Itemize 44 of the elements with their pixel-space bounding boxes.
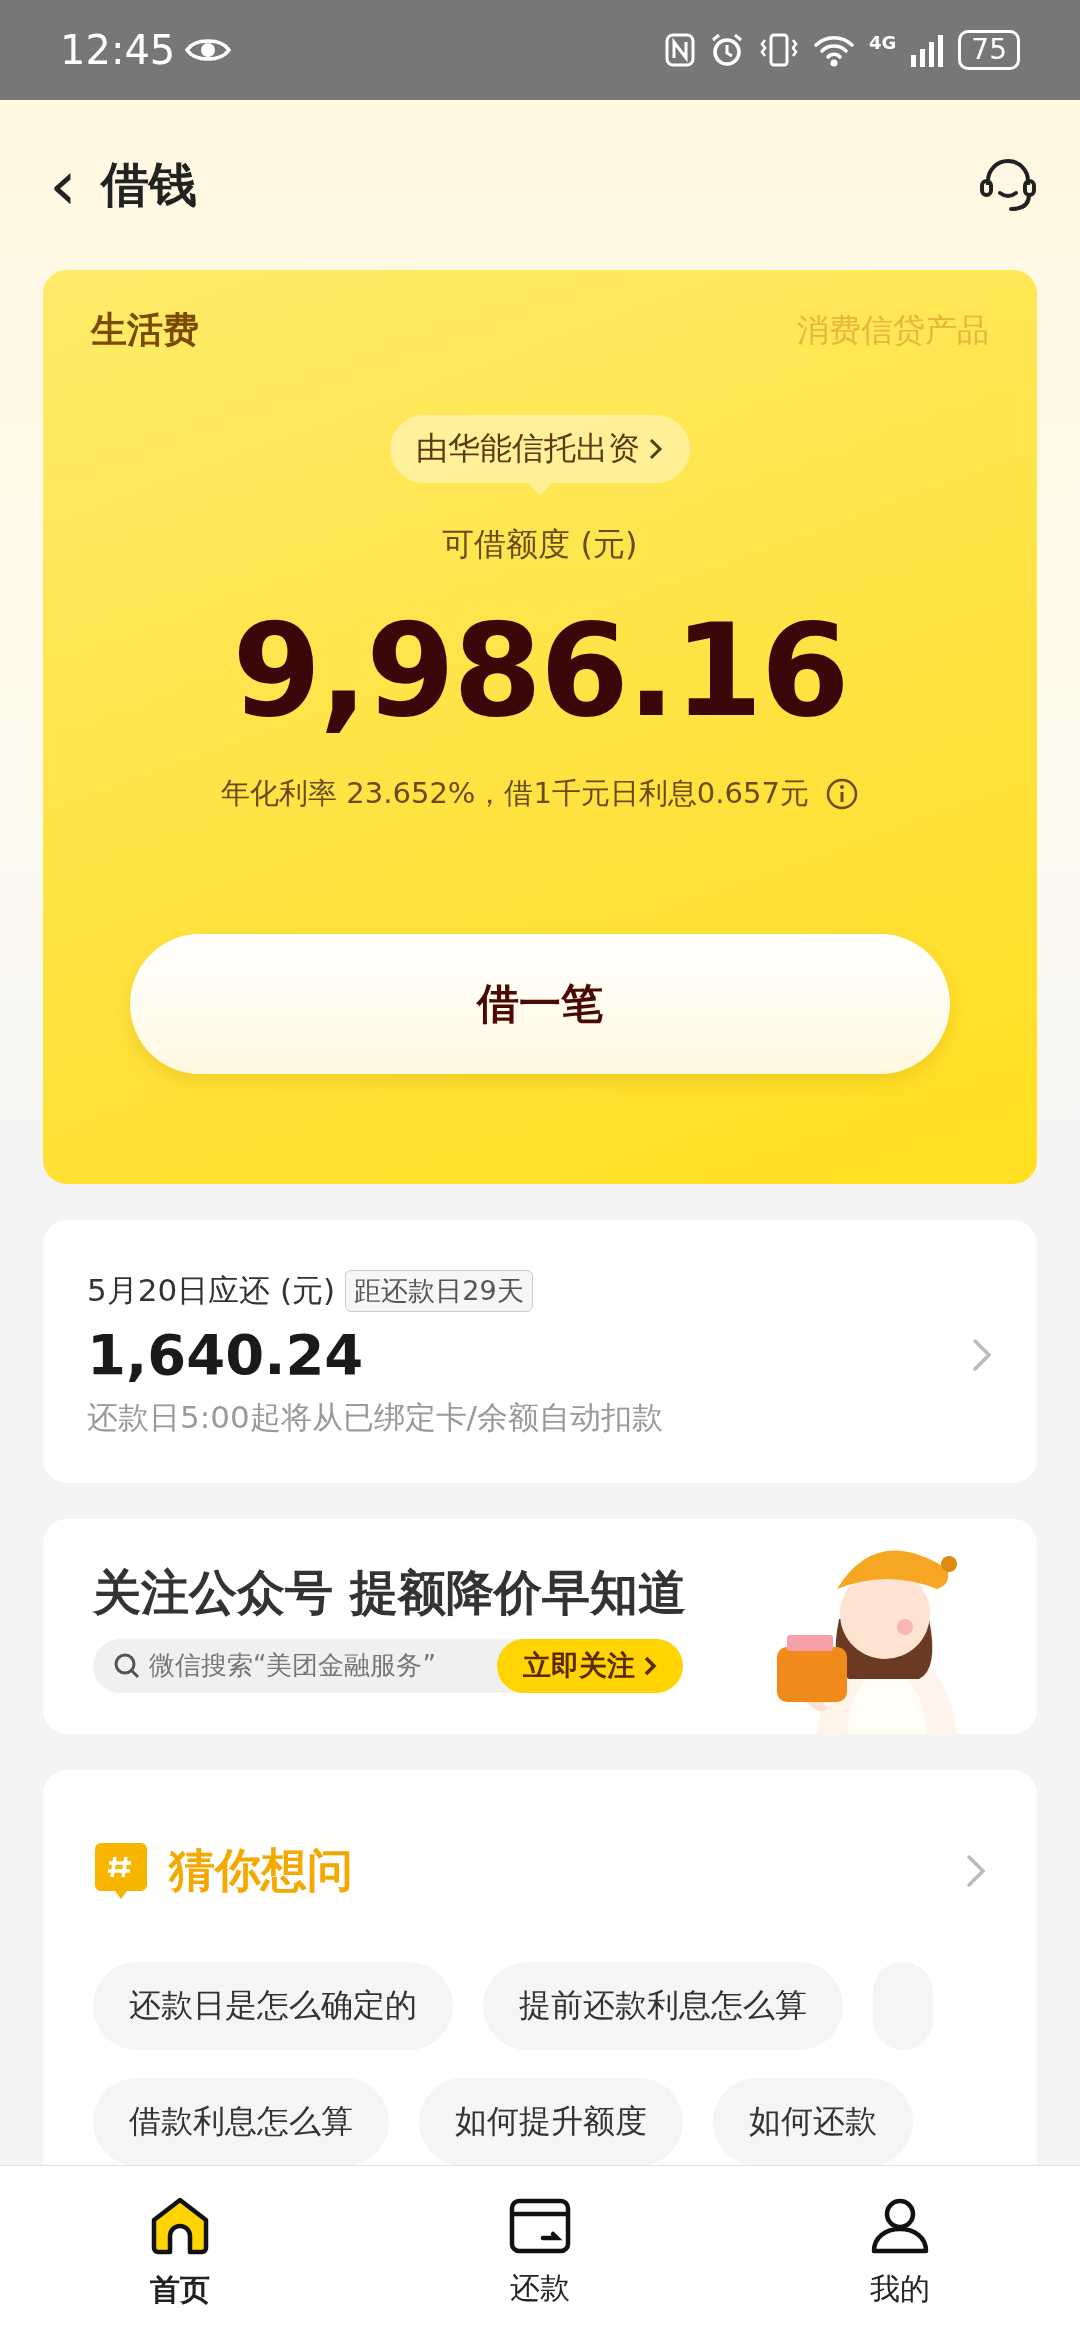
- chevron-right-icon: [965, 1853, 987, 1890]
- autopay-note: 还款日5:00起将从已绑定卡/余额自动扣款: [87, 1398, 664, 1438]
- section-title: 猜你想问: [169, 1842, 353, 1900]
- battery-level: 75: [958, 30, 1020, 70]
- follow-banner[interactable]: 关注公众号 提额降价早知道 微信搜索“美团金融服务” 立即关注: [43, 1519, 1037, 1735]
- borrow-button[interactable]: 借一笔: [130, 934, 950, 1075]
- due-amount: 1,640.24: [87, 1322, 365, 1388]
- credit-amount: 9,986.16: [232, 597, 848, 745]
- follow-button[interactable]: 立即关注: [497, 1638, 683, 1693]
- days-left-tag: 距还款日29天: [345, 1270, 533, 1313]
- question-chip[interactable]: 如何还款: [713, 2078, 913, 2167]
- tab-item[interactable]: 还款: [440, 2196, 640, 2310]
- question-chip[interactable]: 提前还款利息怎么算: [483, 1962, 843, 2051]
- amount-label: 可借额度 (元): [442, 524, 638, 565]
- funder-link[interactable]: 由华能信托出资: [390, 415, 690, 483]
- question-chip[interactable]: 还款日是怎么确定的: [93, 1962, 453, 2051]
- banner-headline: 关注公众号 提额降价早知道: [93, 1562, 687, 1622]
- chevron-right-icon: [643, 1654, 657, 1677]
- headset-icon[interactable]: [979, 157, 1037, 213]
- question-chip[interactable]: 如何提升额度: [419, 2078, 683, 2167]
- tab-item[interactable]: 首页: [80, 2194, 280, 2312]
- page-title: 借钱: [101, 155, 197, 214]
- nfc-icon: [665, 33, 696, 67]
- tab-item[interactable]: 我的: [800, 2195, 1000, 2311]
- signal-icon: [910, 33, 945, 67]
- question-chip[interactable]: 借款利息怎么算: [93, 2078, 389, 2167]
- search-icon: [113, 1651, 141, 1680]
- home-icon: [149, 2195, 211, 2256]
- clock-time: 12:45: [60, 27, 176, 73]
- bubble-pointer: [528, 483, 552, 495]
- repayment-card[interactable]: 5月20日应还 (元) 距还款日29天 1,640.24 还款日5:00起将从已绑定卡/余额自动扣款: [43, 1220, 1037, 1484]
- person-icon: [870, 2196, 930, 2255]
- rate-note: 年化利率 23.652%，借1千元日利息0.657元: [221, 775, 809, 813]
- vibrate-icon: [759, 32, 800, 68]
- back-button[interactable]: ‹: [43, 150, 83, 220]
- search-hint: 微信搜索“美团金融服务”: [149, 1649, 437, 1683]
- chevron-right-icon: [971, 1336, 993, 1373]
- network-type: 4G: [869, 32, 897, 53]
- product-name: 生活费: [91, 308, 199, 352]
- wallet-icon: [509, 2197, 571, 2254]
- chevron-right-icon: [648, 437, 664, 461]
- due-label: 5月20日应还 (元): [87, 1271, 336, 1311]
- wifi-icon: [813, 33, 856, 67]
- info-icon[interactable]: [824, 777, 859, 812]
